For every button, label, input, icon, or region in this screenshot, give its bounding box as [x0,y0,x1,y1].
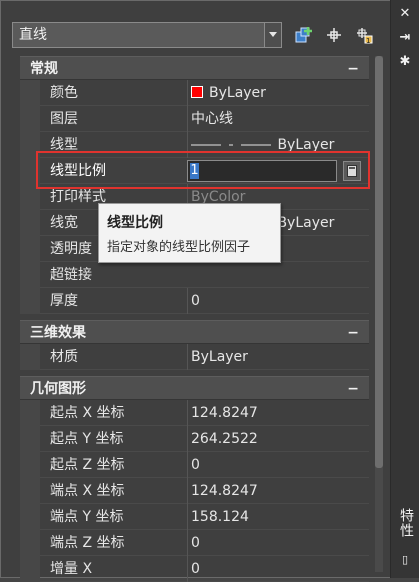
property-label: 材质 [50,349,78,365]
tooltip-title: 线型比例 [107,215,163,231]
property-value[interactable]: 124.8247 [187,478,369,504]
vertical-scrollbar[interactable] [375,56,383,572]
property-value[interactable]: 124.8247 [187,400,369,426]
property-value[interactable]: 0 [187,530,369,556]
property-label: 端点 Y 坐标 [50,509,124,525]
annotation-highlight-box [36,151,370,189]
property-value[interactable]: ByLayer [187,344,369,370]
dropdown-arrow-icon[interactable] [264,23,281,47]
property-row-material[interactable]: 材质 ByLayer [20,344,369,370]
property-row-color[interactable]: 颜色 ByLayer [20,80,369,106]
tooltip-description: 指定对象的线型比例因子 [107,240,251,255]
toggle-pickadd-icon[interactable]: 1 [352,22,376,48]
collapse-icon[interactable]: − [347,57,359,81]
section-title: 三维效果 [30,325,86,341]
property-label: 增量 X [50,561,93,577]
property-row-layer[interactable]: 图层 中心线 [20,106,369,132]
property-label: 颜色 [50,85,78,101]
property-label: 起点 Z 坐标 [50,457,125,473]
property-value[interactable]: 0 [187,288,369,314]
property-row-start-x[interactable]: 起点 X 坐标 124.8247 [20,400,369,426]
property-row-start-z[interactable]: 起点 Z 坐标 0 [20,452,369,478]
property-value[interactable]: ByLayer [187,80,369,106]
property-label: 图层 [50,111,78,127]
property-value[interactable]: 0 [187,452,369,478]
property-row-hyperlink[interactable]: 超链接 [20,262,369,288]
property-tooltip: 线型比例 指定对象的线型比例因子 [98,203,281,263]
collapse-icon[interactable]: − [347,377,359,401]
color-swatch-icon [191,86,203,98]
scrollbar-thumb[interactable] [375,56,383,468]
property-grid: 常规 − 颜色 ByLayer 图层 中心线 线型 ByLayer 线型比例 1… [20,56,369,582]
palette-side-strip: ✕ ⇥ ✱ 特性 ▯ [390,0,419,578]
property-row-end-x[interactable]: 端点 X 坐标 124.8247 [20,478,369,504]
object-type-value: 直线 [19,27,47,43]
property-label: 端点 Z 坐标 [50,535,125,551]
palette-grip-icon[interactable]: ▯ [397,552,413,568]
svg-text:1: 1 [366,37,370,45]
collapse-icon[interactable]: − [347,321,359,345]
property-value[interactable]: 中心线 [187,106,369,132]
section-general[interactable]: 常规 − [20,56,369,80]
property-label: 透明度 [50,241,92,257]
property-label: 端点 X 坐标 [50,483,125,499]
property-row-end-z[interactable]: 端点 Z 坐标 0 [20,530,369,556]
property-row-end-y[interactable]: 端点 Y 坐标 158.124 [20,504,369,530]
property-label: 超链接 [50,267,92,283]
property-row-start-y[interactable]: 起点 Y 坐标 264.2522 [20,426,369,452]
section-3d-effects[interactable]: 三维效果 − [20,320,369,344]
section-title: 几何图形 [30,381,86,397]
object-type-dropdown[interactable]: 直线 [12,22,282,48]
property-label: 厚度 [50,293,78,309]
property-value[interactable]: 0 [187,556,369,582]
property-row-delta-x[interactable]: 增量 X 0 [20,556,369,582]
palette-toolbar: 直线 1 [12,22,382,48]
palette-title: 特性 [398,508,414,538]
property-label: 线宽 [50,215,78,231]
property-label: 起点 Y 坐标 [50,431,124,447]
properties-menu-icon[interactable]: ✱ [397,54,413,70]
quick-select-icon[interactable] [292,22,316,48]
linetype-preview-icon [191,144,271,146]
property-label: 起点 X 坐标 [50,405,125,421]
select-objects-icon[interactable] [322,22,346,48]
close-icon[interactable]: ✕ [397,6,413,22]
section-title: 常规 [30,61,58,77]
property-row-thickness[interactable]: 厚度 0 [20,288,369,314]
section-geometry[interactable]: 几何图形 − [20,376,369,400]
property-value[interactable]: 158.124 [187,504,369,530]
auto-hide-icon[interactable]: ⇥ [397,30,413,46]
property-value[interactable]: 264.2522 [187,426,369,452]
